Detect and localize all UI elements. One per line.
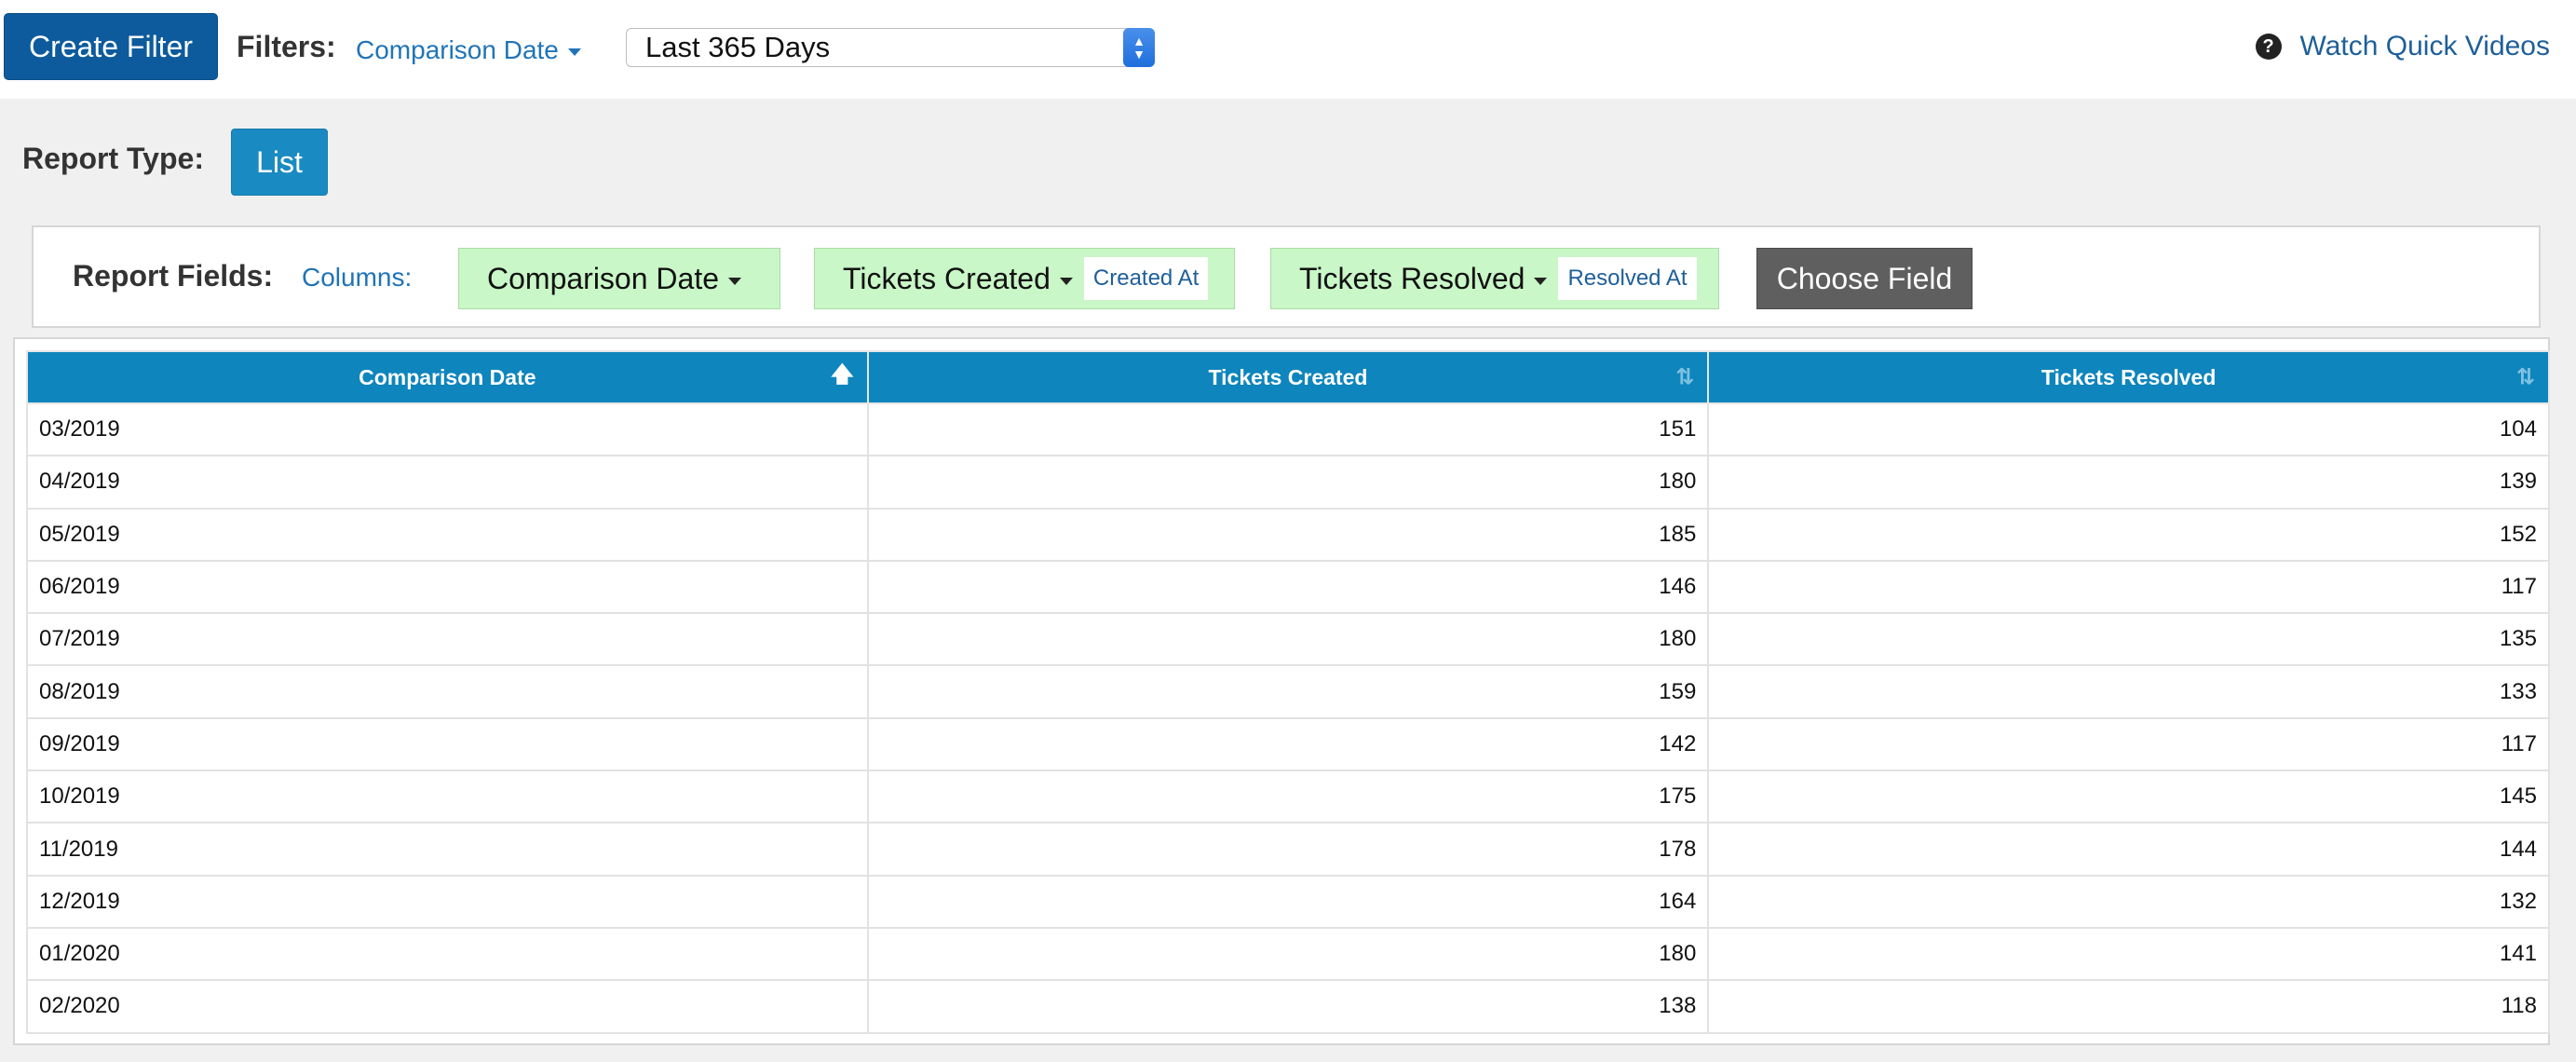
cell-comparison-date: 02/2020: [26, 979, 869, 1034]
table-row: 10/2019 175 145: [26, 769, 2550, 824]
cell-tickets-resolved: 117: [1707, 716, 2550, 772]
chevron-down-icon: [1534, 278, 1548, 285]
report-table: Comparison Date 🡅 Tickets Created ⇅ Tick…: [26, 350, 2550, 1034]
cell-comparison-date: 11/2019: [26, 822, 869, 877]
cell-tickets-resolved: 152: [1707, 507, 2550, 562]
cell-tickets-created: 185: [866, 507, 1710, 562]
field-chip-label: Comparison Date: [487, 261, 719, 295]
cell-tickets-resolved: 139: [1707, 455, 2550, 510]
cell-tickets-resolved: 104: [1707, 402, 2550, 457]
cell-comparison-date: 03/2019: [26, 402, 869, 457]
cell-tickets-resolved: 133: [1707, 664, 2550, 719]
cell-tickets-created: 180: [866, 612, 1710, 667]
table-body: 03/2019 151 104 04/2019 180 139 05/2019 185 152 0…: [26, 402, 2550, 1034]
create-filter-button[interactable]: Create Filter: [4, 13, 218, 80]
table-row: 12/2019 164 132: [26, 874, 2550, 929]
period-select-value: Last 365 Days: [645, 31, 831, 63]
chevron-down-icon: [567, 48, 581, 56]
question-circle-icon: ?: [2255, 34, 2282, 60]
quick-videos[interactable]: ? Watch Quick Videos: [2255, 26, 2550, 67]
watch-quick-videos-link[interactable]: Watch Quick Videos: [2300, 31, 2550, 62]
sort-icon[interactable]: ⇅: [1675, 364, 1694, 391]
filter-field-dropdown[interactable]: Comparison Date: [356, 32, 581, 69]
field-chip-comparison-date[interactable]: Comparison Date: [458, 248, 780, 309]
top-toolbar: Create Filter Filters: Comparison Date L…: [0, 0, 2576, 99]
report-type-label: Report Type:: [22, 142, 204, 175]
table-row: 08/2019 159 133: [26, 664, 2550, 719]
filter-field-label: Comparison Date: [356, 35, 559, 64]
field-chip-tickets-created[interactable]: Tickets Created Created At: [814, 248, 1235, 309]
cell-comparison-date: 05/2019: [26, 507, 869, 562]
cell-tickets-created: 164: [866, 874, 1710, 929]
column-header-label: Comparison Date: [359, 364, 536, 389]
cell-tickets-created: 180: [866, 455, 1710, 510]
columns-label[interactable]: Columns:: [302, 263, 412, 293]
cell-tickets-created: 178: [866, 822, 1710, 877]
cell-tickets-resolved: 117: [1707, 559, 2550, 615]
cell-tickets-resolved: 135: [1707, 612, 2550, 667]
column-header-tickets-resolved[interactable]: Tickets Resolved ⇅: [1707, 350, 2550, 404]
field-chip-label: Tickets Created: [843, 261, 1051, 295]
table-row: 03/2019 151 104: [26, 402, 2550, 457]
chevron-down-icon: [1059, 278, 1073, 285]
table-row: 09/2019 142 117: [26, 716, 2550, 772]
cell-tickets-created: 151: [866, 402, 1710, 457]
cell-tickets-created: 159: [866, 664, 1710, 719]
report-fields-label: Report Fields:: [73, 259, 274, 293]
column-header-tickets-created[interactable]: Tickets Created ⇅: [866, 350, 1710, 404]
table-row: 06/2019 146 117: [26, 559, 2550, 615]
column-header-label: Tickets Created: [1208, 364, 1368, 389]
cell-tickets-resolved: 132: [1707, 874, 2550, 929]
period-select[interactable]: Last 365 Days ▲ ▼: [626, 28, 1155, 67]
cell-comparison-date: 01/2020: [26, 926, 869, 982]
cell-tickets-resolved: 118: [1707, 979, 2550, 1034]
field-chip-tag: Created At: [1083, 257, 1209, 300]
cell-tickets-resolved: 144: [1707, 822, 2550, 877]
chevron-down-icon: [728, 278, 741, 285]
table-row: 01/2020 180 141: [26, 926, 2550, 982]
cell-tickets-created: 142: [866, 716, 1710, 772]
cell-tickets-created: 138: [866, 979, 1710, 1034]
cell-comparison-date: 08/2019: [26, 664, 869, 719]
cell-comparison-date: 12/2019: [26, 874, 869, 929]
table-row: 02/2020 138 118: [26, 979, 2550, 1034]
cell-tickets-resolved: 145: [1707, 769, 2550, 824]
select-arrows-icon: ▲ ▼: [1123, 28, 1155, 67]
choose-field-button[interactable]: Choose Field: [1756, 248, 1973, 309]
table-row: 05/2019 185 152: [26, 507, 2550, 562]
cell-tickets-created: 146: [866, 559, 1710, 615]
cell-tickets-resolved: 141: [1707, 926, 2550, 982]
cell-comparison-date: 10/2019: [26, 769, 869, 824]
table-row: 04/2019 180 139: [26, 455, 2550, 510]
filters-label: Filters:: [237, 30, 336, 63]
report-type-list-button[interactable]: List: [231, 129, 328, 196]
report-table-panel: Comparison Date 🡅 Tickets Created ⇅ Tick…: [13, 337, 2550, 1045]
field-chip-label: Tickets Resolved: [1299, 261, 1525, 295]
arrow-up-icon[interactable]: 🡅: [831, 359, 854, 397]
cell-comparison-date: 07/2019: [26, 612, 869, 667]
table-header-row: Comparison Date 🡅 Tickets Created ⇅ Tick…: [26, 350, 2550, 404]
field-chip-tickets-resolved[interactable]: Tickets Resolved Resolved At: [1270, 248, 1719, 309]
cell-tickets-created: 180: [866, 926, 1710, 982]
cell-comparison-date: 04/2019: [26, 455, 869, 510]
column-header-label: Tickets Resolved: [2040, 364, 2217, 389]
cell-comparison-date: 09/2019: [26, 716, 869, 772]
table-row: 11/2019 178 144: [26, 822, 2550, 877]
cell-tickets-created: 175: [866, 769, 1710, 824]
column-header-comparison-date[interactable]: Comparison Date 🡅: [26, 350, 869, 404]
report-fields-panel: Report Fields: Columns: Comparison Date …: [32, 225, 2541, 328]
cell-comparison-date: 06/2019: [26, 559, 869, 615]
sort-icon[interactable]: ⇅: [2516, 364, 2535, 391]
field-chip-tag: Resolved At: [1558, 257, 1697, 300]
table-row: 07/2019 180 135: [26, 612, 2550, 667]
